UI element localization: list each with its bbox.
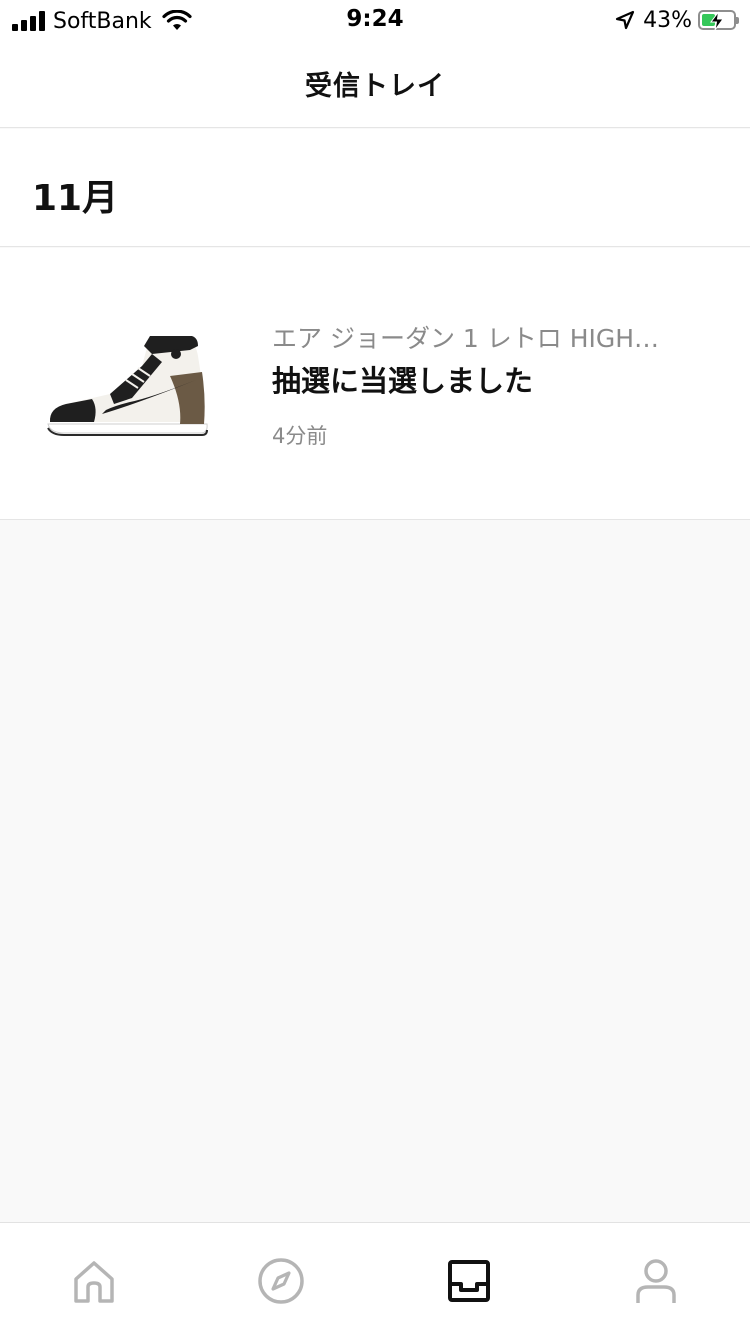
section-header: 11月 [0, 129, 750, 247]
inbox-item-message: 抽選に当選しました [272, 364, 534, 398]
tab-inbox[interactable] [441, 1253, 497, 1309]
inbox-tray-icon [448, 1260, 490, 1302]
battery-charging-icon [698, 10, 739, 31]
compass-icon [258, 1258, 304, 1304]
inbox-item-time: 4分前 [272, 424, 328, 448]
nav-bar: 受信トレイ [0, 40, 750, 128]
tab-home[interactable] [66, 1253, 122, 1309]
tab-discover[interactable] [253, 1253, 309, 1309]
inbox-item-product: エア ジョーダン 1 レトロ HIGH… [272, 324, 660, 353]
inbox-item-text: エア ジョーダン 1 レトロ HIGH… 抽選に当選しました 4分前 [272, 322, 712, 450]
status-bar: SoftBank 9:24 43% [0, 0, 750, 40]
status-right: 43% [615, 7, 739, 33]
home-icon [74, 1261, 114, 1303]
sneaker-image [47, 336, 208, 436]
inbox-item[interactable]: エア ジョーダン 1 レトロ HIGH… 抽選に当選しました 4分前 [0, 248, 750, 520]
section-month-label: 11月 [32, 178, 119, 219]
page-title: 受信トレイ [305, 71, 445, 102]
tab-bar [0, 1222, 750, 1334]
location-arrow-icon [615, 10, 635, 30]
person-icon [636, 1259, 676, 1303]
inbox-screen: SoftBank 9:24 43% 受信トレイ 11月 エア ジョーダン 1 レ… [0, 0, 750, 1334]
battery-percent: 43% [643, 7, 692, 33]
tab-profile[interactable] [628, 1253, 684, 1309]
